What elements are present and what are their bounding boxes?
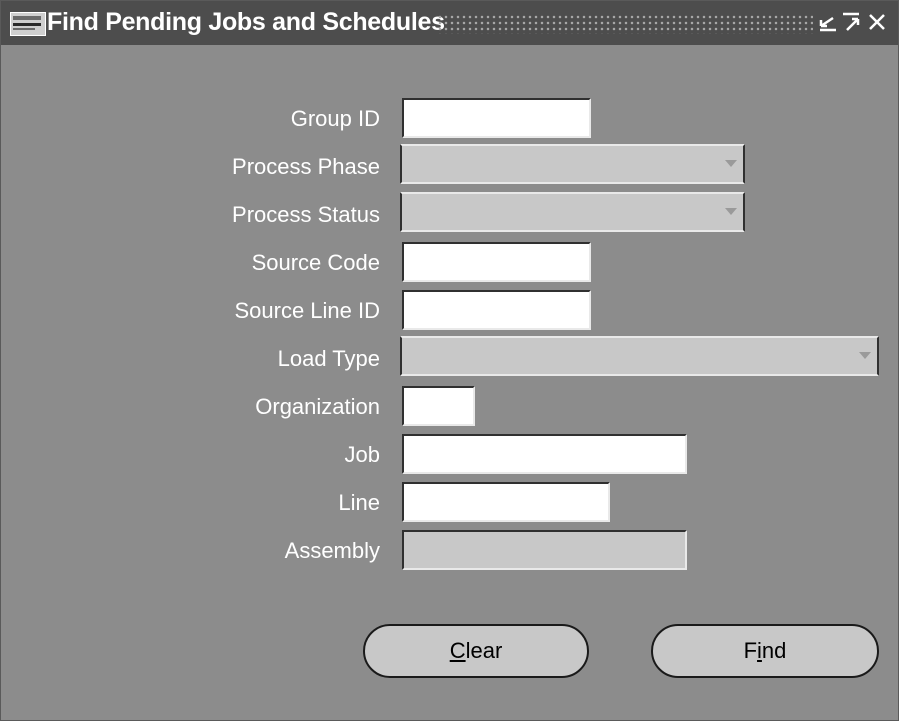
clear-label: lear <box>465 638 503 663</box>
line-field[interactable] <box>402 482 610 522</box>
assembly-field <box>402 530 687 570</box>
source-line-id-field[interactable] <box>402 290 591 330</box>
job-field[interactable] <box>402 434 687 474</box>
clear-accelerator: C <box>449 638 466 663</box>
find-button[interactable]: Find <box>651 624 879 678</box>
group-id-label: Group ID <box>290 106 380 131</box>
find-label-end: nd <box>761 638 787 663</box>
source-code-label: Source Code <box>251 250 380 275</box>
chevron-down-icon <box>725 208 737 215</box>
process-phase-label: Process Phase <box>232 154 380 179</box>
chevron-down-icon <box>859 352 871 359</box>
title-bar-grip <box>437 14 813 34</box>
job-label: Job <box>344 442 380 467</box>
find-label-start: F <box>743 638 758 663</box>
minimize-icon[interactable] <box>816 9 840 35</box>
source-line-id-label: Source Line ID <box>234 298 380 323</box>
load-type-select[interactable] <box>400 336 879 376</box>
clear-button[interactable]: Clear <box>363 624 589 678</box>
maximize-icon[interactable] <box>839 9 863 35</box>
load-type-label: Load Type <box>277 346 380 371</box>
organization-label: Organization <box>255 394 380 419</box>
group-id-field[interactable] <box>402 98 591 138</box>
title-bar[interactable]: Find Pending Jobs and Schedules <box>1 1 898 45</box>
organization-field[interactable] <box>402 386 475 426</box>
window-title: Find Pending Jobs and Schedules <box>47 8 445 36</box>
find-pending-jobs-window: Find Pending Jobs and Schedules Group ID… <box>0 0 899 721</box>
process-status-label: Process Status <box>232 202 380 227</box>
process-status-select[interactable] <box>400 192 745 232</box>
assembly-label: Assembly <box>284 538 380 563</box>
close-icon[interactable] <box>865 9 889 35</box>
process-phase-select[interactable] <box>400 144 745 184</box>
line-label: Line <box>338 490 380 515</box>
oracle-logo-icon <box>10 12 46 36</box>
source-code-field[interactable] <box>402 242 591 282</box>
chevron-down-icon <box>725 160 737 167</box>
